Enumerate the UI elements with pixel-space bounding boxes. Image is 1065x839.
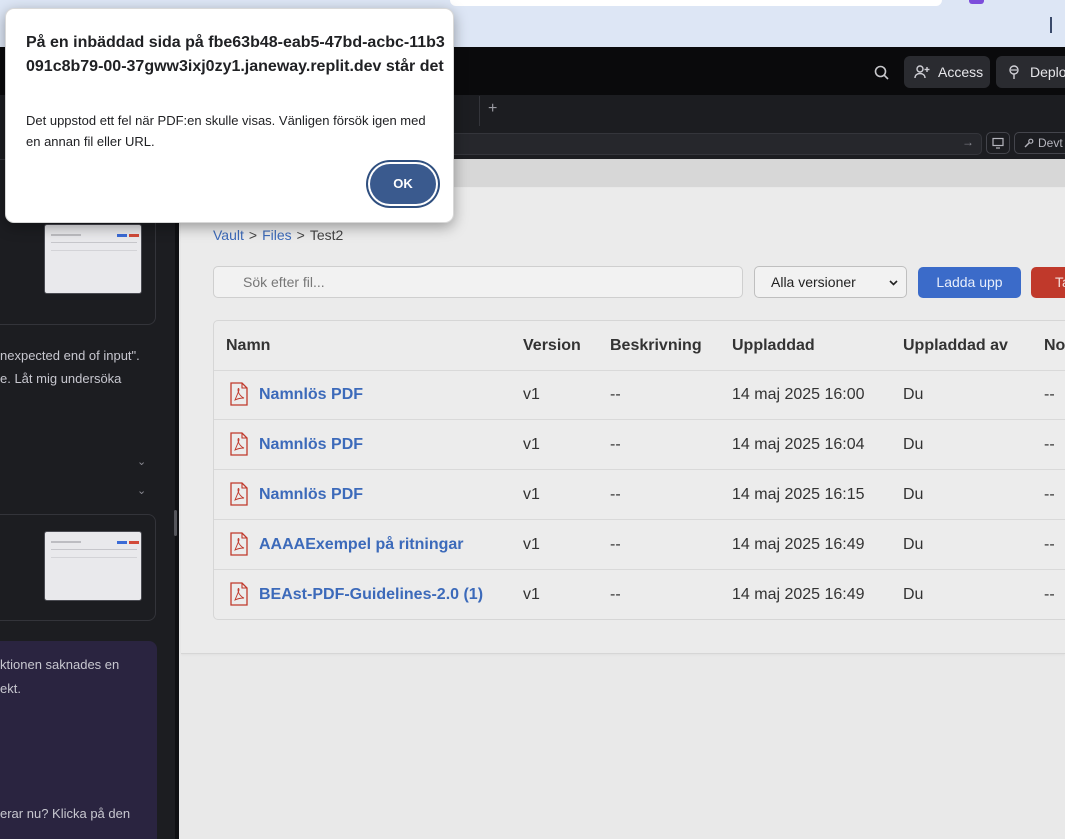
search-placeholder: Sök efter fil... — [243, 274, 325, 290]
file-notes: -- — [1044, 386, 1055, 403]
pdf-file-icon — [230, 532, 248, 556]
breadcrumb-separator: > — [248, 227, 258, 243]
arrow-right-icon[interactable]: → — [962, 135, 974, 149]
file-uploaded-by: Du — [903, 386, 924, 403]
deploy-button[interactable]: Deplo — [996, 56, 1065, 88]
file-name-link[interactable]: AAAAExempel på ritningar — [259, 536, 463, 554]
files-table: Namn Version Beskrivning Uppladdad Uppla… — [213, 320, 1065, 620]
file-version: v1 — [523, 386, 540, 403]
wrench-icon — [1024, 138, 1034, 147]
file-uploaded-by: Du — [903, 536, 924, 553]
file-name-link[interactable]: Namnlös PDF — [259, 386, 363, 404]
version-select-value: Alla versioner — [771, 274, 856, 290]
upload-button[interactable]: Ladda upp — [918, 267, 1021, 298]
chevron-down-icon[interactable]: ⌄ — [137, 484, 146, 497]
pdf-file-icon — [230, 482, 248, 506]
add-user-icon — [914, 65, 930, 79]
devtools-label: Devt — [1038, 136, 1063, 150]
file-version: v1 — [523, 436, 540, 453]
column-header-version[interactable]: Version — [523, 337, 581, 355]
resize-handle[interactable] — [174, 510, 177, 536]
breadcrumb: Vault > Files > Test2 — [213, 227, 343, 243]
file-description: -- — [610, 436, 621, 453]
access-button[interactable]: Access — [904, 56, 990, 88]
breadcrumb-vault[interactable]: Vault — [213, 227, 244, 243]
breadcrumb-files[interactable]: Files — [262, 227, 292, 243]
pdf-file-icon — [230, 432, 248, 456]
column-header-description[interactable]: Beskrivning — [610, 337, 702, 355]
file-notes: -- — [1044, 586, 1055, 603]
screenshot-thumbnail[interactable] — [44, 224, 142, 294]
delete-button[interactable]: Ta — [1031, 267, 1065, 298]
screenshot-thumbnail[interactable] — [44, 531, 142, 601]
file-search-input[interactable]: Sök efter fil... — [213, 266, 743, 298]
table-row[interactable]: AAAAExempel på ritningar v1 -- 14 maj 20… — [214, 520, 1065, 570]
file-name-link[interactable]: BEAst-PDF-Guidelines-2.0 (1) — [259, 586, 483, 604]
table-row[interactable]: Namnlös PDF v1 -- 14 maj 2025 16:00 Du -… — [214, 370, 1065, 420]
file-uploaded: 14 maj 2025 16:49 — [732, 536, 865, 553]
pdf-file-icon — [230, 382, 248, 406]
extension-icon[interactable] — [969, 0, 984, 4]
column-header-name[interactable]: Namn — [226, 337, 270, 355]
dialog-message: Det uppstod ett fel när PDF:en skulle vi… — [26, 113, 426, 149]
agent-message-line: e. Låt mig undersöka — [0, 371, 122, 386]
file-version: v1 — [523, 486, 540, 503]
access-label: Access — [938, 64, 984, 80]
file-description: -- — [610, 586, 621, 603]
file-uploaded-by: Du — [903, 436, 924, 453]
column-header-notes[interactable]: No — [1044, 337, 1065, 355]
file-notes: -- — [1044, 486, 1055, 503]
pdf-file-icon — [230, 582, 248, 606]
devtools-button[interactable]: Devt — [1014, 132, 1065, 154]
table-row[interactable]: BEAst-PDF-Guidelines-2.0 (1) v1 -- 14 ma… — [214, 570, 1065, 619]
file-uploaded: 14 maj 2025 16:04 — [732, 436, 865, 453]
new-tab-icon[interactable]: + — [488, 100, 497, 118]
column-header-uploaded-by[interactable]: Uppladdad av — [903, 337, 1008, 355]
breadcrumb-separator: > — [296, 227, 305, 243]
agent-message-line: ktionen saknades en — [0, 657, 120, 672]
deploy-icon — [1009, 65, 1019, 79]
file-version: v1 — [523, 586, 540, 603]
file-description: -- — [610, 386, 621, 403]
file-uploaded-by: Du — [903, 586, 924, 603]
file-description: -- — [610, 486, 621, 503]
monitor-icon[interactable] — [986, 132, 1010, 154]
agent-message-line: erar nu? Klicka på den — [0, 806, 131, 821]
agent-message-line: nexpected end of input". — [0, 348, 140, 363]
file-uploaded: 14 maj 2025 16:15 — [732, 486, 865, 503]
table-row[interactable]: Namnlös PDF v1 -- 14 maj 2025 16:15 Du -… — [214, 470, 1065, 520]
file-notes: -- — [1044, 536, 1055, 553]
file-description: -- — [610, 536, 621, 553]
tab-divider — [479, 96, 480, 126]
chevron-down-icon[interactable]: ⌄ — [137, 455, 146, 468]
webview-url-field[interactable] — [420, 133, 982, 155]
table-header: Namn Version Beskrivning Uppladdad Uppla… — [214, 321, 1065, 371]
file-notes: -- — [1044, 436, 1055, 453]
file-name-link[interactable]: Namnlös PDF — [259, 436, 363, 454]
deploy-label: Deplo — [1030, 64, 1065, 80]
version-select[interactable]: Alla versioner — [754, 266, 907, 298]
file-uploaded: 14 maj 2025 16:00 — [732, 386, 865, 403]
dialog-title: På en inbäddad sida på fbe63b48-eab5-47b… — [26, 34, 445, 75]
browser-divider — [1050, 17, 1052, 33]
breadcrumb-current: Test2 — [309, 227, 344, 243]
address-bar[interactable] — [450, 0, 942, 6]
alert-dialog: På en inbäddad sida på fbe63b48-eab5-47b… — [5, 8, 454, 223]
chevron-down-icon — [889, 280, 898, 286]
column-header-uploaded[interactable]: Uppladdad — [732, 337, 815, 355]
agent-message-line: ekt. — [0, 681, 21, 696]
table-row[interactable]: Namnlös PDF v1 -- 14 maj 2025 16:04 Du -… — [214, 420, 1065, 470]
search-icon[interactable] — [873, 64, 891, 82]
file-version: v1 — [523, 536, 540, 553]
ok-button[interactable]: OK — [370, 164, 436, 204]
file-uploaded-by: Du — [903, 486, 924, 503]
file-name-link[interactable]: Namnlös PDF — [259, 486, 363, 504]
file-uploaded: 14 maj 2025 16:49 — [732, 586, 865, 603]
